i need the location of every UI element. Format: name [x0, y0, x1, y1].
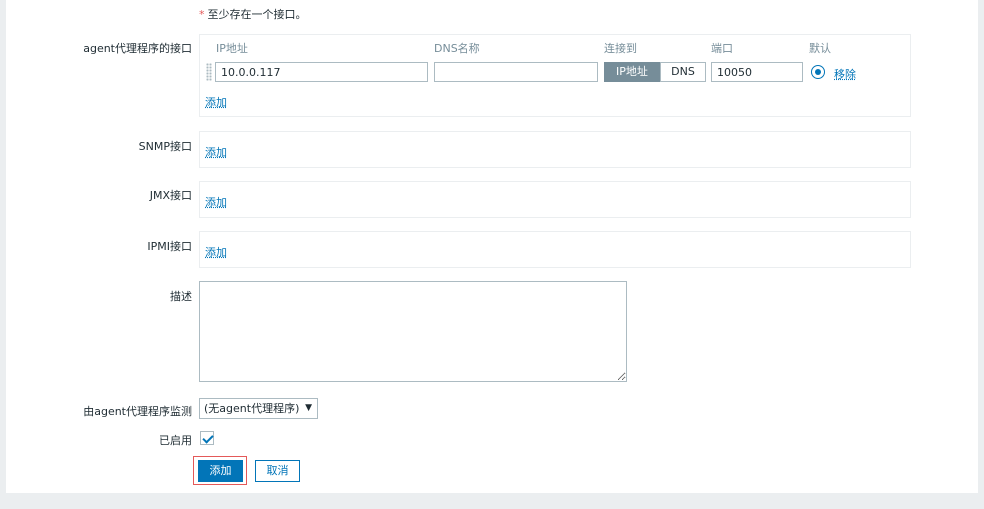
ipmi-interfaces-label: IPMI接口 — [147, 240, 192, 253]
dns-name-input[interactable] — [434, 62, 598, 82]
ipmi-interfaces-box: 添加 — [199, 231, 911, 268]
remove-interface-link[interactable]: 移除 — [834, 66, 856, 82]
snmp-interfaces-box: 添加 — [199, 131, 911, 168]
monitored-by-proxy-label: 由agent代理程序监测 — [83, 405, 192, 418]
enabled-checkbox[interactable] — [200, 431, 214, 445]
add-ipmi-interface-link[interactable]: 添加 — [205, 244, 227, 260]
dropdown-arrow-icon: ▼ — [305, 403, 312, 413]
note-text: 至少存在一个接口。 — [207, 8, 307, 21]
port-input[interactable] — [711, 62, 803, 82]
add-agent-interface-link[interactable]: 添加 — [205, 94, 227, 110]
description-textarea[interactable] — [199, 281, 627, 382]
connect-column-header: 连接到 — [604, 42, 637, 55]
proxy-select[interactable]: (无agent代理程序) ▼ — [199, 398, 318, 419]
agent-interfaces-label: agent代理程序的接口 — [83, 42, 192, 55]
connect-dns-toggle[interactable]: DNS — [660, 62, 706, 82]
jmx-interfaces-box: 添加 — [199, 181, 911, 218]
proxy-select-value: (无agent代理程序) — [204, 402, 300, 415]
drag-handle-icon[interactable] — [206, 63, 212, 81]
default-column-header: 默认 — [809, 42, 831, 55]
connect-ip-toggle[interactable]: IP地址 — [604, 62, 660, 82]
port-column-header: 端口 — [711, 42, 733, 55]
ip-address-input[interactable] — [215, 62, 428, 82]
interface-required-note: * 至少存在一个接口。 — [199, 6, 307, 22]
required-star: * — [199, 8, 205, 21]
cancel-button[interactable]: 取消 — [255, 460, 300, 482]
add-jmx-interface-link[interactable]: 添加 — [205, 194, 227, 210]
dns-column-header: DNS名称 — [434, 42, 480, 55]
description-label: 描述 — [170, 290, 192, 303]
agent-interfaces-box: IP地址 DNS名称 连接到 端口 默认 IP地址 DNS 移除 添加 — [199, 34, 911, 117]
enabled-label: 已启用 — [159, 434, 192, 447]
default-radio[interactable] — [811, 65, 825, 79]
add-snmp-interface-link[interactable]: 添加 — [205, 144, 227, 160]
snmp-interfaces-label: SNMP接口 — [138, 140, 192, 153]
ip-column-header: IP地址 — [216, 42, 248, 55]
jmx-interfaces-label: JMX接口 — [149, 189, 192, 202]
add-button[interactable]: 添加 — [198, 460, 243, 482]
